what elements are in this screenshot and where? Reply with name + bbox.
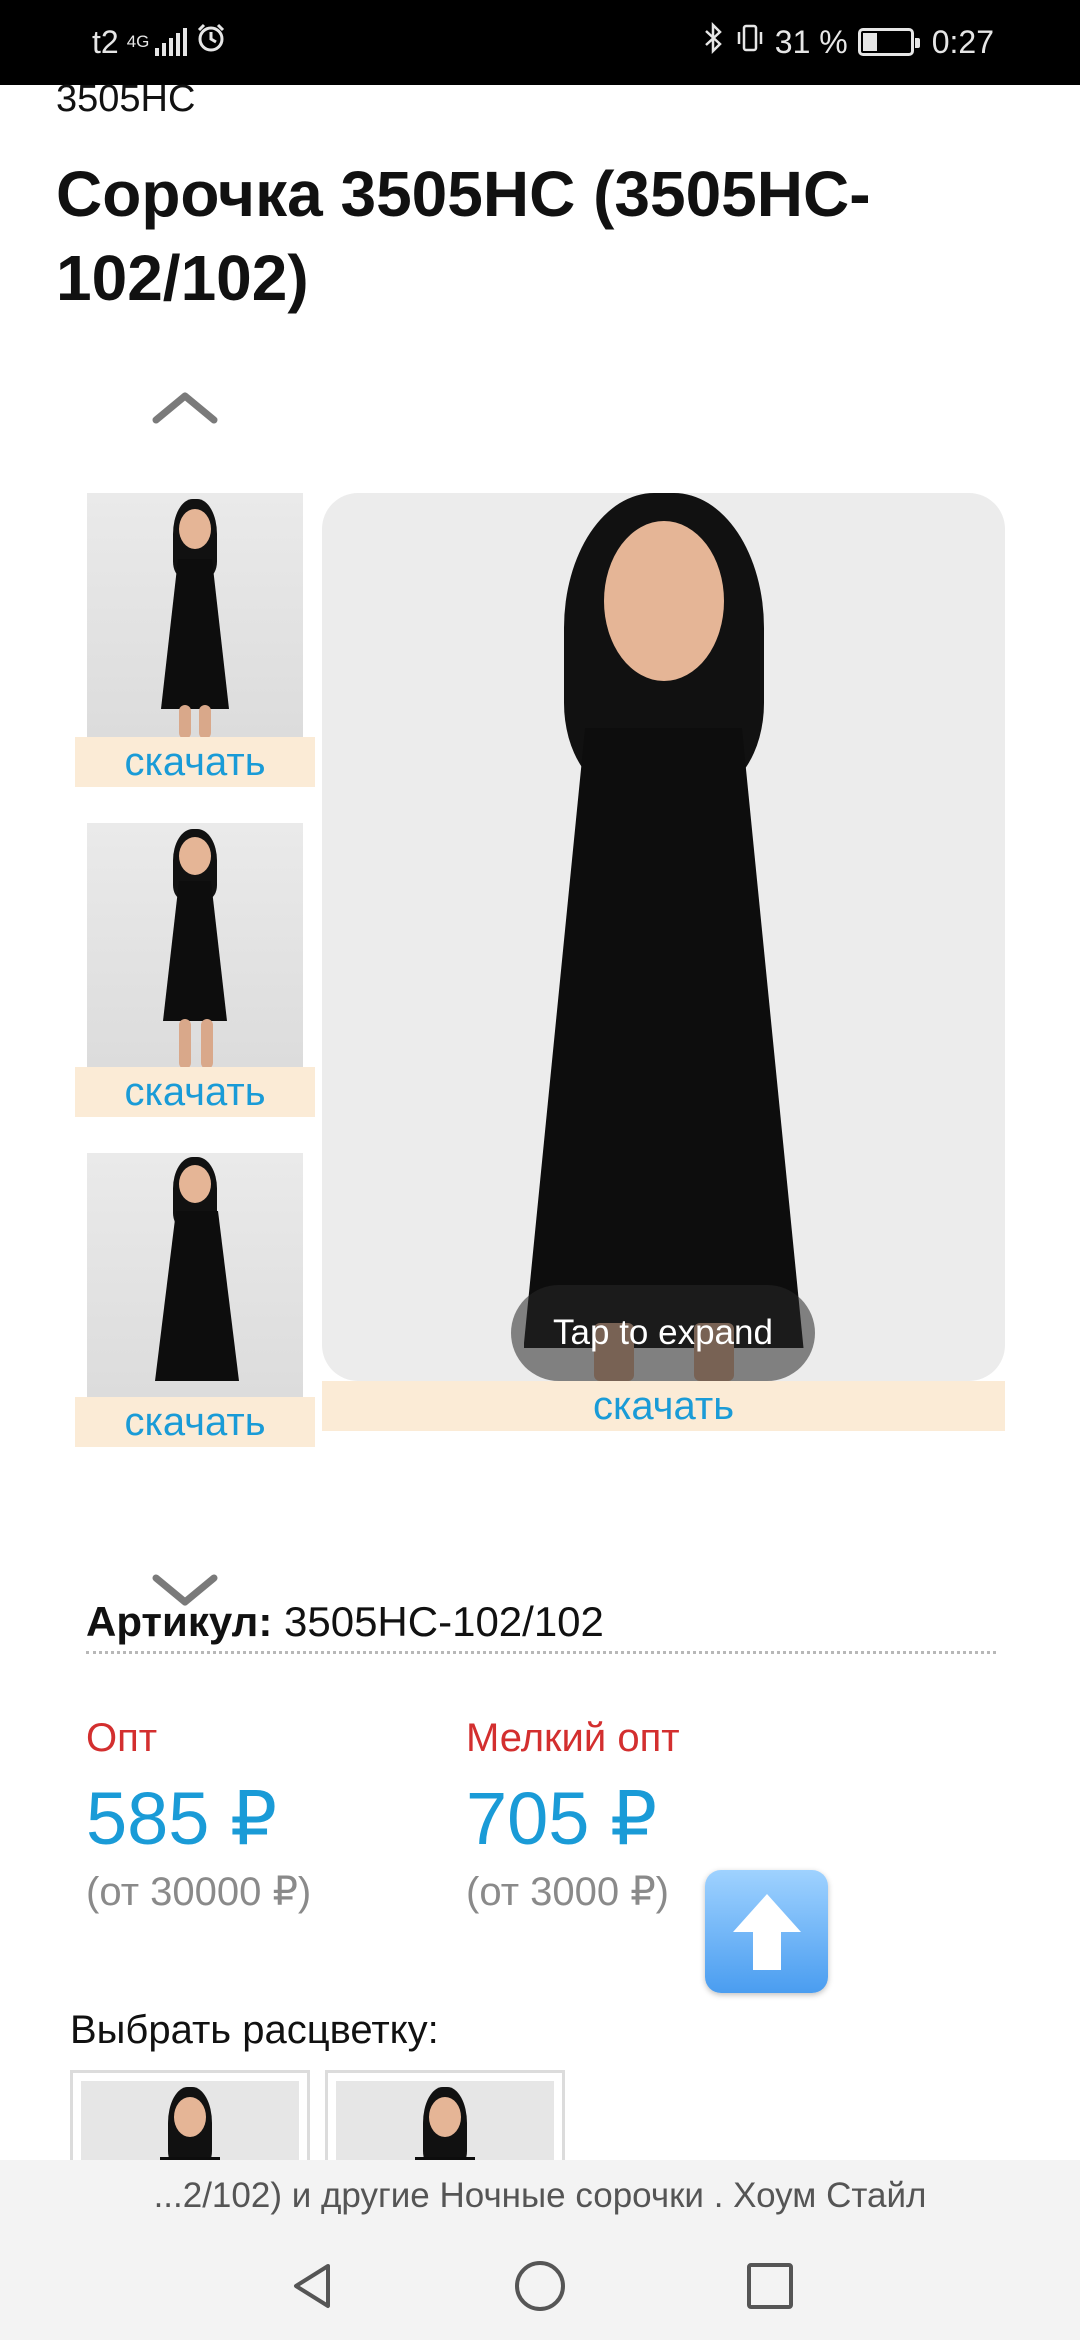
article-row: Артикул: 3505HC-102/102 bbox=[86, 1598, 996, 1654]
price-wholesale: Опт 585 ₽ (от 30000 ₽) bbox=[86, 1716, 311, 1915]
main-download-link[interactable]: скачать bbox=[322, 1381, 1005, 1431]
price-threshold: (от 3000 ₽) bbox=[466, 1870, 669, 1914]
download-link[interactable]: скачать bbox=[75, 1397, 315, 1447]
scroll-to-top-button[interactable] bbox=[705, 1870, 828, 1993]
color-swatch[interactable] bbox=[70, 2070, 310, 2170]
system-nav-bar bbox=[0, 2232, 1080, 2340]
article-value: 3505HC-102/102 bbox=[284, 1598, 604, 1645]
status-bar: t2 4G 31 % 0:27 bbox=[0, 0, 1080, 85]
product-thumbnail-image[interactable] bbox=[87, 823, 303, 1067]
recents-button[interactable] bbox=[742, 2258, 798, 2319]
back-button[interactable] bbox=[284, 2258, 340, 2319]
signal-icon bbox=[154, 28, 187, 56]
browser-tab-title[interactable]: ...2/102) и другие Ночные сорочки . Хоум… bbox=[0, 2160, 1080, 2232]
tap-to-expand-hint[interactable]: Tap to expand bbox=[511, 1285, 815, 1381]
price-threshold: (от 30000 ₽) bbox=[86, 1870, 312, 1914]
price-small-wholesale: Мелкий опт 705 ₽ (от 3000 ₽) bbox=[466, 1716, 680, 1915]
breadcrumb[interactable]: 3505HC bbox=[56, 78, 195, 121]
price-value: 585 ₽ bbox=[86, 1777, 278, 1860]
download-link[interactable]: скачать bbox=[75, 737, 315, 787]
carrier-label: t2 bbox=[92, 23, 119, 60]
home-icon bbox=[515, 2261, 565, 2311]
price-label: Мелкий опт bbox=[466, 1716, 680, 1760]
color-select-label: Выбрать расцветку: bbox=[70, 2008, 439, 2052]
arrow-up-icon bbox=[733, 1894, 801, 1970]
network-type: 4G bbox=[126, 32, 150, 51]
chevron-up-icon[interactable] bbox=[150, 388, 220, 428]
vibrate-icon bbox=[735, 22, 765, 62]
back-icon bbox=[294, 2264, 330, 2308]
bluetooth-icon bbox=[703, 21, 725, 62]
price-value: 705 ₽ bbox=[466, 1777, 658, 1860]
battery-percent: 31 % bbox=[774, 23, 848, 60]
color-swatch[interactable] bbox=[325, 2070, 565, 2170]
main-product-image[interactable]: Tap to expand bbox=[322, 493, 1005, 1381]
product-thumbnail-image[interactable] bbox=[87, 1153, 303, 1397]
alarm-icon bbox=[195, 22, 227, 62]
article-label: Артикул: bbox=[86, 1598, 273, 1645]
download-link[interactable]: скачать bbox=[75, 1067, 315, 1117]
battery-icon bbox=[857, 28, 920, 56]
product-thumbnail-image[interactable] bbox=[87, 493, 303, 737]
page-title: Сорочка 3505HC (3505HC-102/102) bbox=[56, 158, 871, 314]
recents-icon bbox=[747, 2263, 793, 2309]
price-label: Опт bbox=[86, 1716, 158, 1760]
home-button[interactable] bbox=[512, 2258, 568, 2319]
clock-time: 0:27 bbox=[931, 23, 994, 60]
